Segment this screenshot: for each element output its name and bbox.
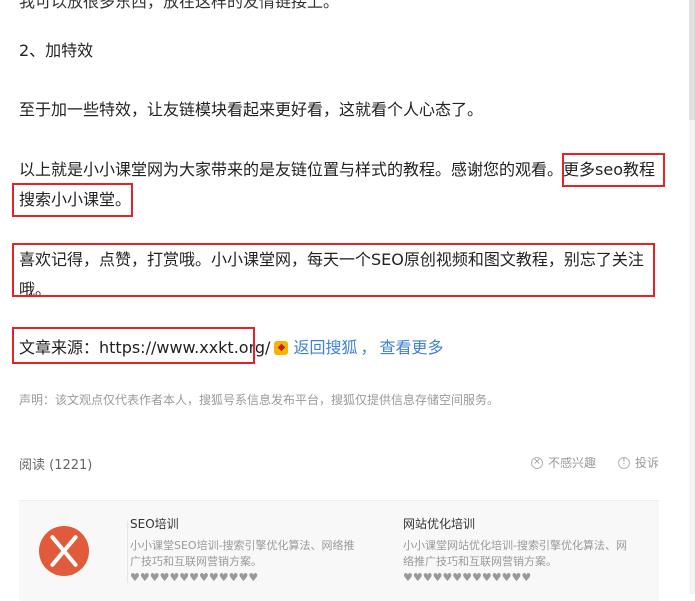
close-circle-icon: × [530, 456, 543, 469]
disclaimer-notice: 声明：该文观点仅代表作者本人，搜狐号系信息发布平台，搜狐仅提供信息存储空间服务。 [19, 393, 500, 407]
not-interested-button[interactable]: × 不感兴趣 [530, 454, 596, 471]
promo-card-title[interactable]: 网站优化培训 [403, 516, 628, 532]
paragraph-follow-line1: 喜欢记得，点赞，打赏哦。小小课堂网，每天一个SEO原创视频和图文教程，别忘了关注 [19, 250, 644, 269]
xxkt-logo[interactable] [39, 526, 89, 576]
section-heading: 2、加特效 [19, 41, 94, 60]
source-line: 文章来源：https://www.xxkt.org/ ◆ 返回搜狐 ， 查看更多 [19, 333, 443, 363]
sohu-fox-icon: ◆ [274, 341, 289, 355]
card-divider [127, 521, 128, 583]
promo-card-seo[interactable]: SEO培训 小小课堂SEO培训-搜索引擎优化算法、网络推广技巧和互联网营销方案。… [130, 516, 355, 586]
promo-card-desc: 小小课堂网站优化培训-搜索引擎优化算法、网络推广技巧和互联网营销方案。♥♥♥♥♥… [403, 539, 627, 584]
view-more-link[interactable]: 查看更多 [379, 333, 443, 363]
cut-off-line: 我可以放很多东西，放在这样的友情链接上。 [19, 0, 340, 11]
paragraph-thanks-line1: 以上就是小小课堂网为大家带来的是友链位置与样式的教程。感谢您的观看。更多seo教… [19, 155, 655, 185]
back-to-sohu-link[interactable]: 返回搜狐 [293, 333, 357, 363]
paragraph-follow-line2: 哦。 [19, 280, 52, 299]
promo-card-area: SEO培训 小小课堂SEO培训-搜索引擎优化算法、网络推广技巧和互联网营销方案。… [19, 500, 659, 601]
not-interested-label: 不感兴趣 [547, 456, 596, 470]
scrollbar-thumb[interactable] [689, 0, 695, 120]
warning-circle-icon: ! [617, 456, 630, 469]
link-separator: ， [360, 338, 377, 357]
source-label: 文章来源：https://www.xxkt.org/ [19, 338, 271, 357]
report-label: 投诉 [634, 456, 659, 470]
promo-card-title[interactable]: SEO培训 [130, 516, 355, 532]
report-button[interactable]: ! 投诉 [617, 454, 659, 471]
promo-card-desc: 小小课堂SEO培训-搜索引擎优化算法、网络推广技巧和互联网营销方案。♥♥♥♥♥♥… [130, 539, 355, 584]
more-seo-tutorial-text: 更多seo教程 [563, 160, 655, 179]
page-scrollbar[interactable] [689, 0, 695, 594]
read-count: 阅读 (1221) [19, 458, 93, 473]
promo-card-site-optimization[interactable]: 网站优化培训 小小课堂网站优化培训-搜索引擎优化算法、网络推广技巧和互联网营销方… [403, 516, 628, 586]
paragraph-thanks-line2: 搜索小小课堂。 [19, 190, 132, 209]
thanks-main-text: 以上就是小小课堂网为大家带来的是友链位置与样式的教程。感谢您的观看。 [19, 160, 564, 179]
paragraph-effects: 至于加一些特效，让友链模块看起来更好看，这就看个人心态了。 [19, 100, 484, 119]
article-actions: × 不感兴趣 ! 投诉 [530, 454, 659, 471]
